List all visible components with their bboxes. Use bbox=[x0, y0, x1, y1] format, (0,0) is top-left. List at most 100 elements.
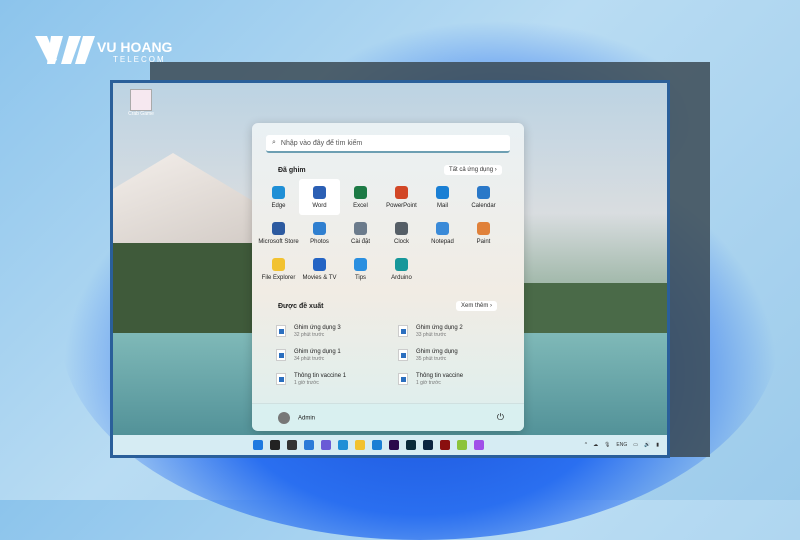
app-label: Notepad bbox=[431, 238, 454, 245]
item-title: Ghim ứng dụng 2 bbox=[416, 324, 463, 331]
pinned-app[interactable]: Excel bbox=[340, 179, 381, 215]
pinned-app[interactable]: Word bbox=[299, 179, 340, 215]
photoshop-icon[interactable] bbox=[423, 440, 433, 450]
item-time: 33 phút trước bbox=[416, 331, 447, 338]
user-button[interactable]: Admin bbox=[278, 411, 316, 424]
app-label: Cài đặt bbox=[350, 238, 370, 245]
pinned-app[interactable]: Arduino bbox=[381, 251, 422, 287]
recommended-item[interactable]: Ghim ứng dụng 1 34 phút trước bbox=[276, 343, 398, 367]
power-icon[interactable]: ⏻ bbox=[497, 412, 504, 423]
taskbar: ^ ☁ 🎙 ENG ▭ 🔊 ▮ bbox=[113, 435, 667, 455]
app-label: PowerPoint bbox=[386, 202, 417, 209]
brand-logo: VU HOANG TELECOM bbox=[35, 34, 172, 71]
file-icon bbox=[276, 373, 286, 385]
app-label: Word bbox=[312, 202, 327, 209]
more-button[interactable]: Xem thêm › bbox=[456, 301, 498, 311]
brand-mark-icon bbox=[35, 36, 95, 64]
app-label: Excel bbox=[353, 202, 368, 209]
user-name: Admin bbox=[298, 415, 316, 422]
file-icon bbox=[398, 373, 408, 385]
app-icon bbox=[436, 221, 449, 235]
item-time: 35 phút trước bbox=[416, 355, 447, 362]
language-indicator[interactable]: ENG bbox=[616, 442, 627, 448]
premiere-icon[interactable] bbox=[389, 440, 399, 450]
pinned-app[interactable]: Paint bbox=[463, 215, 504, 251]
file-icon bbox=[276, 349, 286, 361]
item-title: Thông tin vaccine bbox=[416, 372, 464, 379]
all-apps-button[interactable]: Tất cả ứng dụng › bbox=[444, 165, 502, 175]
pinned-app[interactable]: PowerPoint bbox=[381, 179, 422, 215]
mic-icon[interactable]: 🎙 bbox=[604, 442, 610, 448]
app-label: Clock bbox=[393, 238, 409, 245]
brand-name: VU HOANG bbox=[97, 39, 173, 55]
search-input[interactable]: ⌕ Nhập vào đây để tìm kiếm bbox=[266, 135, 510, 153]
app-icon bbox=[272, 221, 285, 235]
pinned-app[interactable]: Photos bbox=[299, 215, 340, 251]
cloud-icon[interactable]: ☁ bbox=[593, 442, 598, 448]
pinned-title: Đã ghim bbox=[278, 167, 306, 174]
pinned-app[interactable]: Calendar bbox=[463, 179, 504, 215]
recommended-item[interactable]: Ghim ứng dụng 35 phút trước bbox=[398, 343, 516, 367]
pinned-app[interactable]: Clock bbox=[381, 215, 422, 251]
app-icon bbox=[477, 185, 490, 199]
search-icon: ⌕ bbox=[272, 139, 276, 146]
app-label: Edge bbox=[271, 202, 286, 209]
file-icon bbox=[398, 349, 408, 361]
search-icon[interactable] bbox=[270, 440, 280, 450]
pinned-app[interactable]: Tips bbox=[340, 251, 381, 287]
recommended-list: Ghim ứng dụng 3 32 phút trước Ghim ứng dụn… bbox=[276, 319, 516, 391]
chevron-up-icon[interactable]: ^ bbox=[585, 442, 587, 448]
recommended-item[interactable]: Thông tin vaccine 1 giờ trước bbox=[398, 367, 516, 391]
pinned-app[interactable]: Notepad bbox=[422, 215, 463, 251]
volume-icon[interactable]: 🔊 bbox=[644, 442, 650, 448]
recommended-title: Được đề xuất bbox=[278, 303, 324, 310]
pinned-app[interactable]: Movies & TV bbox=[299, 251, 340, 287]
pinned-app[interactable]: File Explorer bbox=[258, 251, 299, 287]
recommended-item[interactable]: Ghim ứng dụng 2 33 phút trước bbox=[398, 319, 516, 343]
lightroom-icon[interactable] bbox=[406, 440, 416, 450]
app-label: Movies & TV bbox=[302, 274, 337, 281]
chat-icon[interactable] bbox=[321, 440, 331, 450]
system-tray: ^ ☁ 🎙 ENG ▭ 🔊 ▮ bbox=[585, 442, 659, 448]
app-label: File Explorer bbox=[261, 274, 296, 281]
app-label: Mail bbox=[436, 202, 448, 209]
avatar bbox=[278, 411, 290, 424]
app-icon bbox=[272, 257, 285, 271]
app-icon bbox=[354, 185, 367, 199]
widgets-icon[interactable] bbox=[304, 440, 314, 450]
item-time: 32 phút trước bbox=[294, 331, 325, 338]
pinned-app[interactable]: Microsoft Store bbox=[258, 215, 299, 251]
file-icon bbox=[276, 325, 286, 337]
pinned-app[interactable]: Cài đặt bbox=[340, 215, 381, 251]
pinned-app[interactable]: Mail bbox=[422, 179, 463, 215]
desktop-icon[interactable]: Crab Game bbox=[127, 89, 155, 117]
battery-icon[interactable]: ▮ bbox=[656, 442, 659, 448]
app-label: Photos bbox=[310, 238, 329, 245]
forest-right bbox=[523, 283, 667, 333]
app-icon bbox=[313, 257, 326, 271]
app-label: Microsoft Store bbox=[258, 238, 299, 245]
app-label: Paint bbox=[476, 238, 491, 245]
recommended-item[interactable]: Thông tin vaccine 11 giờ trước bbox=[276, 367, 398, 391]
recommended-item[interactable]: Ghim ứng dụng 3 32 phút trước bbox=[276, 319, 398, 343]
messenger-icon[interactable] bbox=[474, 440, 484, 450]
item-time: 1 giờ trước bbox=[416, 379, 441, 386]
app-icon bbox=[395, 185, 408, 199]
network-icon[interactable]: ▭ bbox=[633, 442, 638, 448]
file-explorer-icon[interactable] bbox=[355, 440, 365, 450]
search-placeholder: Nhập vào đây để tìm kiếm bbox=[280, 139, 363, 147]
mail-icon[interactable] bbox=[372, 440, 382, 450]
forest bbox=[113, 243, 253, 333]
app-icon bbox=[354, 257, 367, 271]
pinned-app[interactable]: Edge bbox=[258, 179, 299, 215]
start-icon[interactable] bbox=[253, 440, 263, 450]
app-icon bbox=[395, 221, 408, 235]
acrobat-icon[interactable] bbox=[440, 440, 450, 450]
edge-icon[interactable] bbox=[338, 440, 348, 450]
app-icon bbox=[313, 221, 326, 235]
item-time: 1 giờ trước bbox=[294, 379, 319, 386]
app-label: Tips bbox=[354, 274, 367, 281]
app-icon bbox=[354, 221, 367, 235]
task-view-icon[interactable] bbox=[287, 440, 297, 450]
chrome-canary-icon[interactable] bbox=[457, 440, 467, 450]
